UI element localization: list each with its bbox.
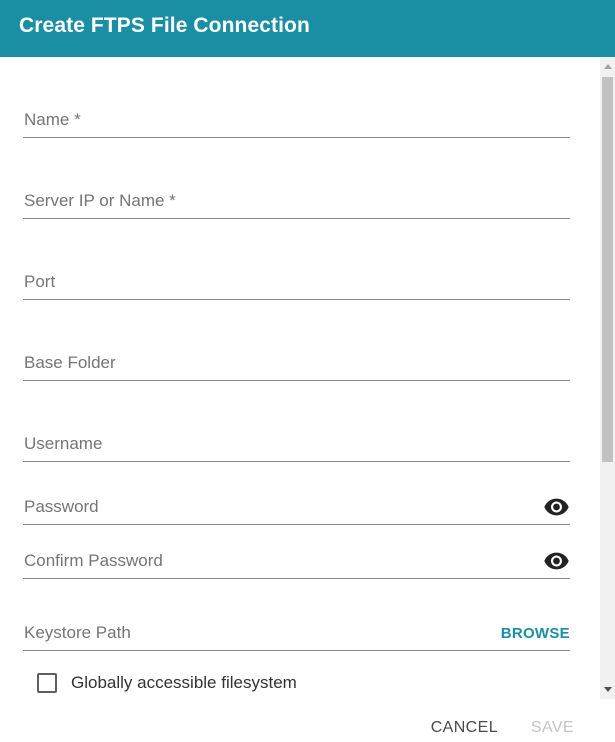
cancel-button[interactable]: CANCEL xyxy=(431,719,498,737)
form-scroll-area[interactable]: Name * Server IP or Name * Port Base Fol… xyxy=(0,57,615,699)
password-field-label: Password xyxy=(24,497,99,516)
save-button[interactable]: SAVE xyxy=(531,719,574,737)
server-field[interactable]: Server IP or Name * xyxy=(23,137,570,219)
vertical-scrollbar[interactable] xyxy=(600,57,615,699)
confirm-password-field-label: Confirm Password xyxy=(24,551,163,570)
eye-icon[interactable] xyxy=(544,498,569,516)
username-field[interactable]: Username xyxy=(23,380,570,462)
dialog-header: Create FTPS File Connection xyxy=(0,0,615,57)
port-field-label: Port xyxy=(24,272,56,291)
dialog-title: Create FTPS File Connection xyxy=(19,14,310,37)
scroll-down-arrow-icon[interactable] xyxy=(604,687,612,692)
base-folder-field[interactable]: Base Folder xyxy=(23,299,570,381)
password-field[interactable]: Password xyxy=(23,461,570,525)
scroll-thumb[interactable] xyxy=(602,77,613,462)
port-field[interactable]: Port xyxy=(23,218,570,300)
name-field-label: Name * xyxy=(24,110,81,129)
keystore-path-field-label: Keystore Path xyxy=(24,623,131,642)
create-ftps-connection-dialog: Create FTPS File Connection Name * Serve… xyxy=(0,0,615,742)
keystore-path-field[interactable]: Keystore Path BROWSE xyxy=(23,578,570,651)
name-field[interactable]: Name * xyxy=(23,57,570,138)
scroll-up-arrow-icon[interactable] xyxy=(604,64,612,69)
confirm-password-field[interactable]: Confirm Password xyxy=(23,524,570,579)
dialog-footer: CANCEL SAVE xyxy=(0,699,615,742)
username-field-label: Username xyxy=(24,434,103,453)
browse-button[interactable]: BROWSE xyxy=(501,625,570,642)
base-folder-field-label: Base Folder xyxy=(24,353,116,372)
global-filesystem-option[interactable]: Globally accessible filesystem xyxy=(37,672,297,694)
eye-icon[interactable] xyxy=(544,552,569,570)
server-field-label: Server IP or Name * xyxy=(24,191,176,210)
global-filesystem-label: Globally accessible filesystem xyxy=(71,673,297,692)
global-filesystem-checkbox[interactable] xyxy=(37,673,57,693)
